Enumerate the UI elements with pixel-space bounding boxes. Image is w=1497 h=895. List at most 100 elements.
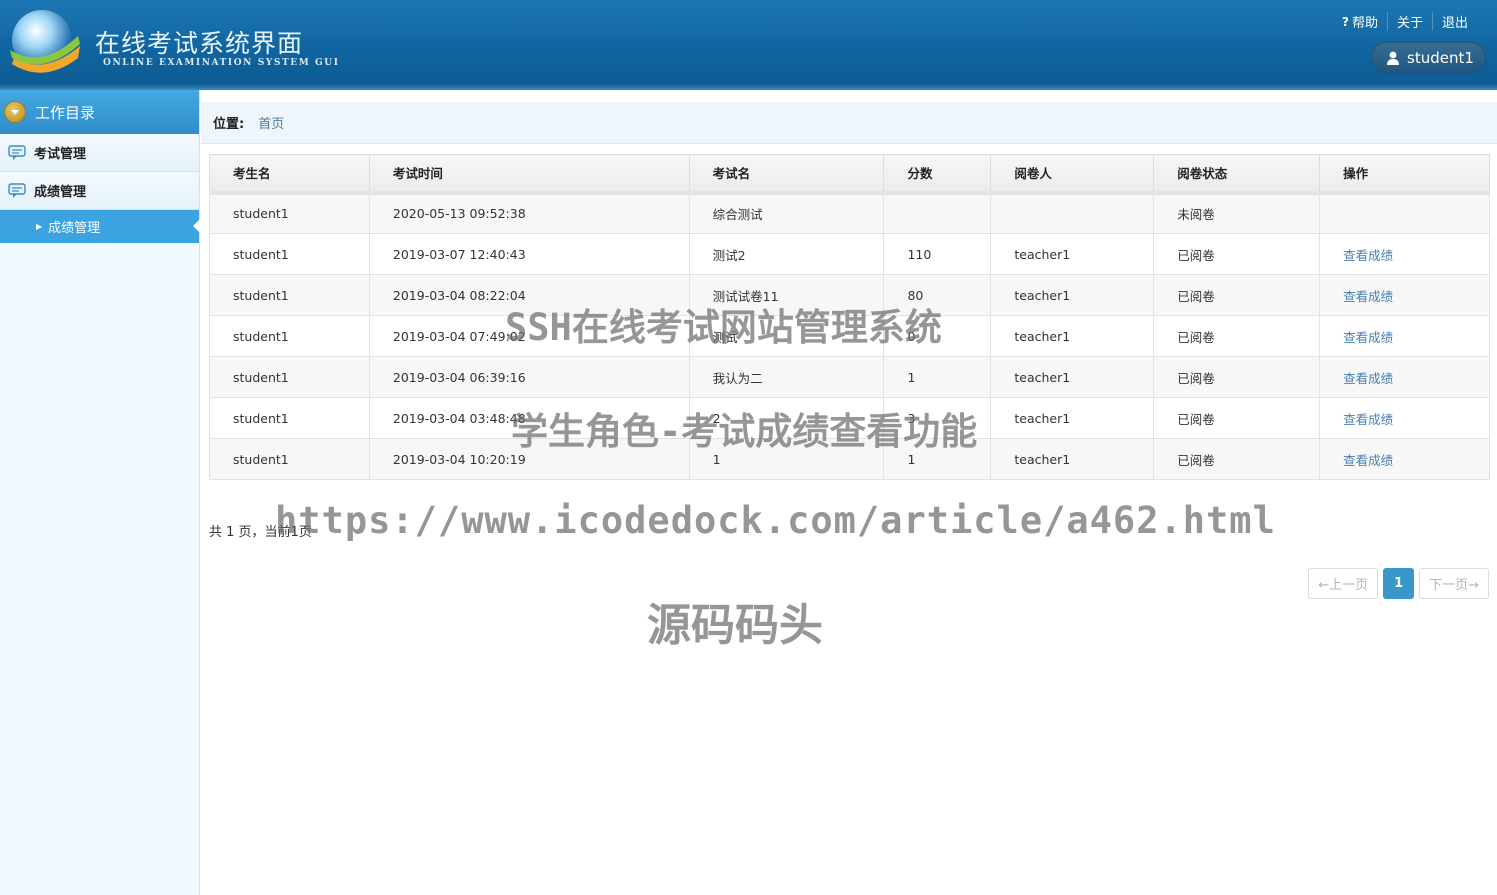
cell-student: student1	[209, 233, 370, 275]
cell-score: 1	[883, 438, 992, 480]
cell-exam-time: 2019-03-04 10:20:19	[368, 438, 690, 480]
cell-action	[1319, 192, 1490, 234]
cell-exam-time: 2020-05-13 09:52:38	[368, 192, 690, 234]
pagination: ←上一页 1 下一页→	[1308, 568, 1489, 599]
cell-grader: teacher1	[990, 233, 1155, 275]
cell-exam-name: 测试	[688, 315, 885, 357]
cell-exam-name: 测试2	[688, 233, 885, 275]
view-score-link[interactable]: 查看成绩	[1343, 248, 1393, 263]
globe-logo-icon	[10, 10, 80, 73]
cell-exam-time: 2019-03-04 08:22:04	[368, 274, 690, 316]
column-header-grader: 阅卷人	[990, 154, 1155, 195]
cell-grader: teacher1	[990, 438, 1155, 480]
sidebar-title: 工作目录	[35, 103, 96, 122]
breadcrumb-home-link[interactable]: 首页	[258, 113, 284, 132]
breadcrumb: 位置: 首页	[201, 102, 1497, 144]
app-subtitle: ONLINE EXAMINATION SYSTEM GUI	[103, 58, 340, 68]
table-row: student1 2019-03-04 03:48:48 2 3 teacher…	[209, 397, 1490, 439]
help-link[interactable]: ? 帮助	[1333, 12, 1387, 32]
cell-grader: teacher1	[990, 274, 1155, 316]
sidebar-subitem-score-management[interactable]: ▶ 成绩管理	[0, 210, 200, 243]
column-header-status: 阅卷状态	[1153, 154, 1321, 195]
column-header-exam-name: 考试名	[688, 154, 885, 195]
current-page-button[interactable]: 1	[1383, 568, 1415, 599]
sidebar-item-score-management[interactable]: 成绩管理	[0, 172, 199, 210]
watermark-brand: 源码码头	[647, 600, 823, 651]
next-page-button[interactable]: 下一页→	[1419, 568, 1489, 599]
help-label: 帮助	[1351, 16, 1378, 31]
chat-bubble-icon	[8, 144, 26, 160]
cell-student: student1	[209, 315, 370, 357]
cell-exam-name: 1	[688, 438, 885, 480]
view-score-link[interactable]: 查看成绩	[1343, 330, 1393, 345]
sidebar-item-label: 成绩管理	[34, 185, 87, 200]
cell-exam-time: 2019-03-07 12:40:43	[368, 233, 690, 275]
cell-action: 查看成绩	[1319, 438, 1490, 480]
sidebar-subitem-label: 成绩管理	[48, 221, 101, 236]
sidebar: 工作目录 考试管理 成绩管理 ▶ 成绩管理	[0, 90, 200, 895]
table-row: student1 2019-03-07 12:40:43 测试2 110 tea…	[209, 233, 1490, 275]
view-score-link[interactable]: 查看成绩	[1343, 412, 1393, 427]
cell-grader: teacher1	[990, 397, 1155, 439]
cell-grader: teacher1	[990, 356, 1155, 398]
about-link[interactable]: 关于	[1386, 12, 1432, 31]
help-icon: ?	[1341, 14, 1349, 29]
cell-score: 1	[883, 356, 992, 398]
table-header-row: 考生名 考试时间 考试名 分数 阅卷人 阅卷状态 操作	[209, 154, 1490, 195]
breadcrumb-label: 位置:	[213, 117, 245, 132]
cell-score: 0	[883, 315, 992, 357]
prev-page-button[interactable]: ←上一页	[1308, 568, 1379, 599]
cell-student: student1	[209, 274, 370, 316]
cell-student: student1	[209, 192, 370, 234]
cell-exam-time: 2019-03-04 06:39:16	[368, 356, 690, 398]
column-header-score: 分数	[883, 154, 992, 195]
cell-score	[883, 192, 992, 234]
cell-action: 查看成绩	[1319, 233, 1490, 275]
top-header: 在线考试系统界面 ONLINE EXAMINATION SYSTEM GUI ?…	[0, 0, 1497, 90]
view-score-link[interactable]: 查看成绩	[1343, 289, 1393, 304]
cell-student: student1	[209, 438, 370, 480]
cell-action: 查看成绩	[1319, 397, 1490, 439]
column-header-action: 操作	[1319, 154, 1490, 195]
sidebar-item-label: 考试管理	[34, 147, 87, 162]
cell-status: 未阅卷	[1153, 192, 1321, 234]
logout-label: 退出	[1441, 16, 1468, 31]
cell-status: 已阅卷	[1153, 315, 1321, 357]
caret-right-icon: ▶	[36, 222, 43, 231]
cell-score: 80	[883, 274, 992, 316]
user-icon	[1387, 51, 1399, 65]
username: student1	[1407, 48, 1474, 67]
column-header-exam-time: 考试时间	[368, 154, 690, 195]
cell-exam-name: 综合测试	[688, 192, 885, 234]
table-row: student1 2019-03-04 08:22:04 测试试卷11 80 t…	[209, 274, 1490, 316]
cell-status: 已阅卷	[1153, 397, 1321, 439]
cell-grader: teacher1	[990, 315, 1155, 357]
top-links: ? 帮助 关于 退出	[1333, 12, 1477, 31]
cell-action: 查看成绩	[1319, 356, 1490, 398]
about-label: 关于	[1396, 16, 1423, 31]
view-score-link[interactable]: 查看成绩	[1343, 453, 1393, 468]
sidebar-header[interactable]: 工作目录	[0, 90, 199, 134]
page-info: 共 1 页，当前1页	[209, 525, 312, 540]
cell-status: 已阅卷	[1153, 274, 1321, 316]
user-badge[interactable]: student1	[1371, 41, 1486, 74]
logout-link[interactable]: 退出	[1431, 12, 1477, 31]
cell-exam-name: 测试试卷11	[688, 274, 885, 316]
table-row: student1 2019-03-04 06:39:16 我认为二 1 teac…	[209, 356, 1490, 398]
cell-exam-name: 我认为二	[688, 356, 885, 398]
cell-grader	[990, 192, 1155, 234]
app-title: 在线考试系统界面	[95, 29, 304, 58]
table-row: student1 2020-05-13 09:52:38 综合测试 未阅卷	[209, 192, 1490, 234]
cell-exam-name: 2	[688, 397, 885, 439]
cell-student: student1	[209, 397, 370, 439]
view-score-link[interactable]: 查看成绩	[1343, 371, 1393, 386]
score-table: 考生名 考试时间 考试名 分数 阅卷人 阅卷状态 操作 student1 202…	[209, 154, 1490, 480]
cell-status: 已阅卷	[1153, 438, 1321, 480]
cell-score: 110	[883, 233, 992, 275]
cell-status: 已阅卷	[1153, 356, 1321, 398]
sidebar-item-exam-management[interactable]: 考试管理	[0, 134, 199, 172]
cell-score: 3	[883, 397, 992, 439]
watermark-url: https://www.icodedock.com/article/a462.h…	[275, 499, 1276, 542]
column-header-student: 考生名	[209, 154, 370, 195]
chat-bubble-icon	[8, 182, 26, 198]
